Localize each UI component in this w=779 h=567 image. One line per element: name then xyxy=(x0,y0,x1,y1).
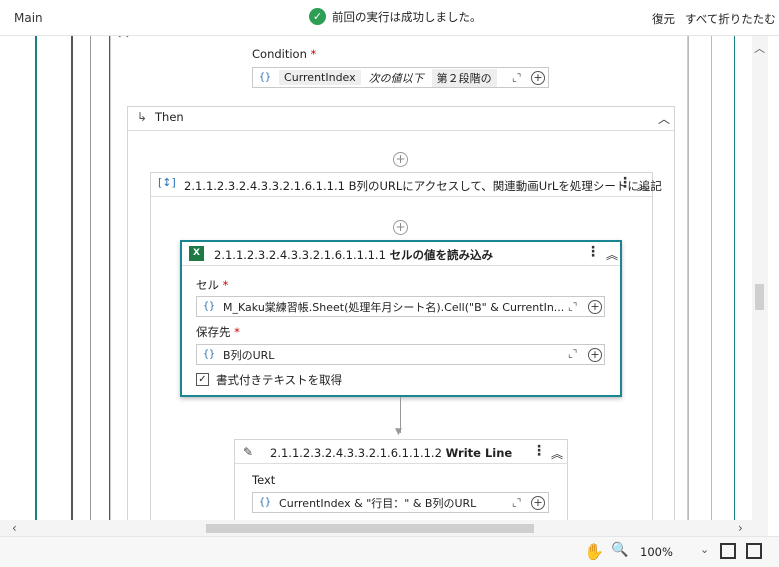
nesting-line xyxy=(71,36,73,520)
divider xyxy=(182,265,620,266)
rich-text-checkbox[interactable]: ✓ xyxy=(196,373,209,386)
vertical-scroll-thumb[interactable] xyxy=(755,284,764,310)
read-cell-title: 2.1.1.2.3.2.4.3.3.2.1.6.1.1.1.1 セルの値を読み込… xyxy=(214,248,494,262)
then-label: Then xyxy=(155,110,184,124)
vertical-scrollbar[interactable] xyxy=(752,36,768,520)
more-options-icon[interactable]: ⋮ xyxy=(618,175,632,191)
expression-icon: {} xyxy=(259,497,272,508)
zoom-level[interactable]: 100% xyxy=(640,545,673,559)
condition-variable-chip: CurrentIndex xyxy=(279,70,361,85)
nesting-line xyxy=(90,36,91,520)
sequence-icon: [↕] xyxy=(158,176,176,189)
nesting-line xyxy=(688,36,689,520)
cell-value: M_Kaku棠練習帳.Sheet(処理年月シート名).Cell("B" & Cu… xyxy=(223,300,565,314)
cell-label: セル * xyxy=(196,278,229,292)
success-check-icon: ✓ xyxy=(309,8,326,25)
scroll-left-icon[interactable]: ‹ xyxy=(12,521,17,535)
main-tab[interactable]: Main xyxy=(14,11,43,25)
overview-icon[interactable] xyxy=(746,543,762,559)
divider xyxy=(128,130,674,131)
add-icon[interactable]: + xyxy=(588,300,602,314)
expression-icon: {} xyxy=(259,72,272,83)
restore-link[interactable]: 復元 xyxy=(652,11,675,27)
status-text: 前回の実行は成功しました。 xyxy=(332,9,482,24)
scroll-right-icon[interactable]: › xyxy=(738,521,743,535)
nesting-line xyxy=(35,36,37,520)
more-options-icon[interactable]: ⋮ xyxy=(586,244,600,260)
expression-icon: {} xyxy=(203,349,216,360)
collapse-all-link[interactable]: すべて折りたたむ xyxy=(685,11,776,27)
write-line-icon: ✎ xyxy=(243,445,254,459)
expression-icon: {} xyxy=(203,301,216,312)
zoom-magnifier-icon[interactable]: 🔍 xyxy=(611,542,628,558)
insert-activity-icon[interactable]: + xyxy=(393,220,408,235)
save-field[interactable]: {} B列のURL xyxy=(196,344,605,365)
horizontal-scroll-thumb[interactable] xyxy=(206,524,534,533)
write-line-title: 2.1.1.2.3.2.4.3.3.2.1.6.1.1.1.2 Write Li… xyxy=(270,446,513,460)
save-label: 保存先 * xyxy=(196,325,240,339)
collapse-chevron-icon[interactable]: ︽ xyxy=(637,177,649,194)
designer-canvas[interactable]: [ ] Condition * {} CurrentIndex 次の値以下 第２… xyxy=(0,36,768,520)
chevron-down-icon[interactable]: ⌄ xyxy=(700,543,709,556)
expand-icon[interactable]: ⌞⌝ xyxy=(568,349,577,360)
condition-value-chip: 第２段階の xyxy=(431,68,497,87)
checkbox-label: 書式付きテキストを取得 xyxy=(216,373,343,387)
collapse-chevron-icon[interactable]: ︿ xyxy=(658,110,670,127)
if-icon: [ ] xyxy=(118,36,129,39)
pan-hand-icon[interactable]: ✋ xyxy=(584,542,604,561)
text-label: Text xyxy=(252,473,276,487)
insert-activity-icon[interactable]: + xyxy=(393,152,408,167)
divider xyxy=(235,463,567,464)
then-arrow-icon: ↳ xyxy=(137,110,148,124)
expand-icon[interactable]: ⌞⌝ xyxy=(512,498,521,509)
text-field[interactable]: {} CurrentIndex & "行目：" & B列のURL xyxy=(252,492,549,513)
text-value: CurrentIndex & "行目：" & B列のURL xyxy=(279,496,477,510)
more-options-icon[interactable]: ⋮ xyxy=(532,443,546,459)
expand-icon[interactable]: ⌞⌝ xyxy=(512,73,521,84)
excel-icon: X xyxy=(189,246,204,261)
condition-operator: 次の値以下 xyxy=(368,71,424,85)
add-icon[interactable]: + xyxy=(588,348,602,362)
collapse-chevron-icon[interactable]: ︽ xyxy=(606,246,618,263)
fit-to-screen-icon[interactable] xyxy=(720,543,736,559)
sequence-title: 2.1.1.2.3.2.4.3.3.2.1.6.1.1.1 B列のURLにアクセ… xyxy=(184,179,662,193)
save-value: B列のURL xyxy=(223,348,275,362)
nesting-line xyxy=(734,36,735,520)
condition-field[interactable]: {} CurrentIndex 次の値以下 第２段階の xyxy=(252,67,549,88)
expand-icon[interactable]: ⌞⌝ xyxy=(568,302,577,313)
collapse-chevron-icon[interactable]: ︽ xyxy=(551,445,563,462)
add-icon[interactable]: + xyxy=(531,496,545,510)
connector-arrow-icon: ▼ xyxy=(395,427,402,437)
nesting-line xyxy=(711,36,712,520)
add-icon[interactable]: + xyxy=(531,71,545,85)
condition-label: Condition * xyxy=(252,47,317,61)
divider xyxy=(151,196,652,197)
run-status: ✓ 前回の実行は成功しました。 xyxy=(309,8,482,25)
scroll-up-icon[interactable]: ︿ xyxy=(754,40,765,56)
cell-field[interactable]: {} M_Kaku棠練習帳.Sheet(処理年月シート名).Cell("B" &… xyxy=(196,296,605,317)
